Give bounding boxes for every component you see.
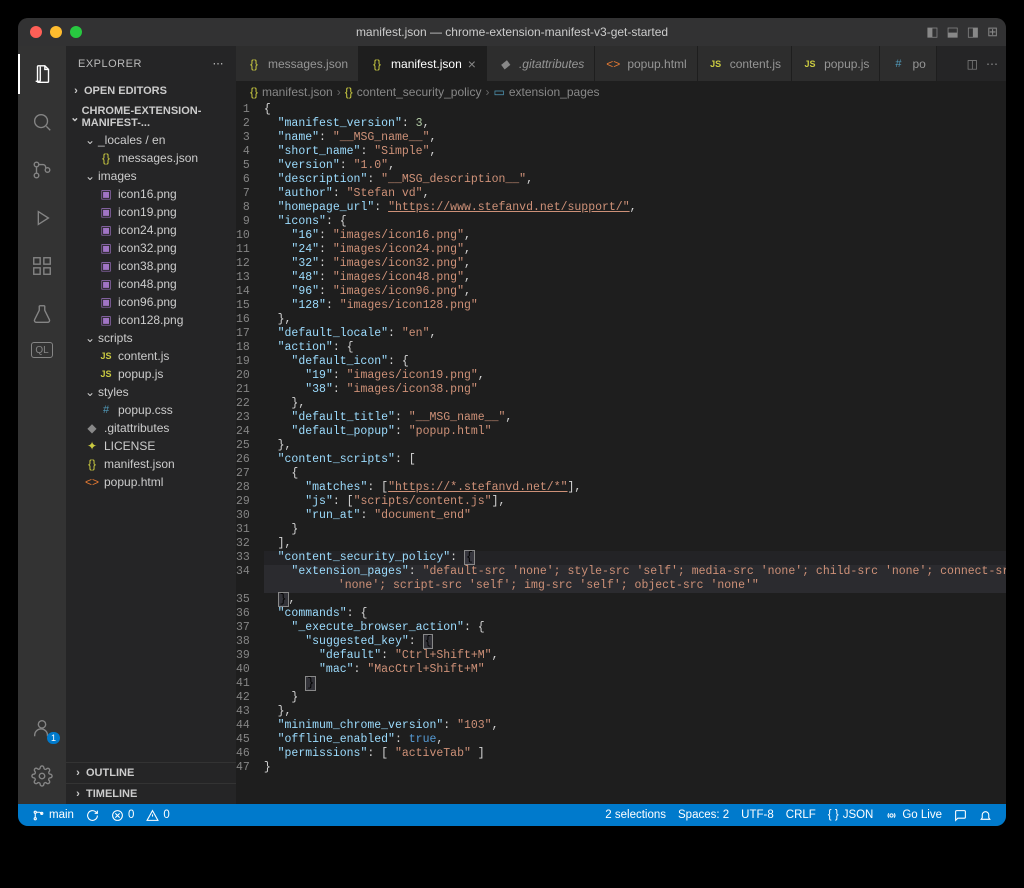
titlebar: manifest.json — chrome-extension-manifes…: [18, 18, 1006, 46]
git-branch[interactable]: main: [26, 809, 80, 822]
source-control-icon[interactable]: [18, 150, 66, 190]
layout-controls: ◧ ⬓ ◨ ⊞: [926, 24, 998, 40]
folder-locales[interactable]: ⌄_locales / en: [70, 131, 236, 149]
sql-icon[interactable]: QL: [31, 342, 53, 358]
folder-images[interactable]: ⌄images: [70, 167, 236, 185]
accounts-icon[interactable]: 1: [18, 708, 66, 748]
problems-warnings[interactable]: 0: [140, 809, 175, 822]
more-icon[interactable]: ⋯: [213, 57, 225, 70]
vscode-window: manifest.json — chrome-extension-manifes…: [18, 18, 1006, 826]
tab-popup-js[interactable]: JSpopup.js: [792, 46, 880, 81]
maximize-icon[interactable]: [70, 26, 82, 38]
activity-bar: QL 1: [18, 46, 66, 804]
language-mode[interactable]: { }JSON: [822, 809, 880, 821]
file-tree: ⌄_locales / en {}messages.json ⌄images ▣…: [66, 131, 236, 491]
problems-errors[interactable]: 0: [105, 809, 140, 822]
braces-icon: { }: [828, 809, 839, 821]
chevron-right-icon: ›: [337, 85, 341, 99]
chevron-right-icon: ›: [72, 767, 84, 779]
minimize-icon[interactable]: [50, 26, 62, 38]
breadcrumb[interactable]: {} manifest.json › {} content_security_p…: [236, 81, 1006, 103]
tab-content-js[interactable]: JScontent.js: [698, 46, 792, 81]
accounts-badge: 1: [47, 732, 60, 744]
file-gitattributes[interactable]: ◆.gitattributes: [70, 419, 236, 437]
string-icon: ▭: [493, 85, 504, 99]
file-icon48[interactable]: ▣icon48.png: [70, 275, 236, 293]
indentation-status[interactable]: Spaces: 2: [672, 809, 735, 821]
sidebar-header: EXPLORER ⋯: [66, 46, 236, 81]
search-icon[interactable]: [18, 102, 66, 142]
encoding-status[interactable]: UTF-8: [735, 809, 780, 821]
layout-icon[interactable]: ⊞: [987, 24, 998, 40]
feedback-icon[interactable]: [948, 809, 973, 822]
tab-actions: ◫ ⋯: [959, 46, 1006, 81]
file-icon24[interactable]: ▣icon24.png: [70, 221, 236, 239]
file-icon96[interactable]: ▣icon96.png: [70, 293, 236, 311]
outline-section[interactable]: › OUTLINE: [66, 762, 236, 783]
chevron-right-icon: ›: [72, 788, 84, 800]
code-editor[interactable]: 1234567891011121314151617181920212223242…: [236, 103, 1006, 804]
braces-icon: {}: [345, 85, 353, 99]
line-gutter: 1234567891011121314151617181920212223242…: [236, 103, 264, 804]
sync-icon[interactable]: [80, 809, 105, 822]
explorer-icon[interactable]: [18, 54, 66, 94]
file-manifest-json[interactable]: {}manifest.json: [70, 455, 236, 473]
traffic-lights: [18, 26, 82, 38]
file-icon38[interactable]: ▣icon38.png: [70, 257, 236, 275]
file-icon128[interactable]: ▣icon128.png: [70, 311, 236, 329]
tab-manifest-json[interactable]: {}manifest.json×: [359, 46, 487, 81]
run-debug-icon[interactable]: [18, 198, 66, 238]
tab-messages-json[interactable]: {}messages.json: [236, 46, 359, 81]
file-popup-js[interactable]: JSpopup.js: [70, 365, 236, 383]
folder-scripts[interactable]: ⌄scripts: [70, 329, 236, 347]
settings-icon[interactable]: [18, 756, 66, 796]
panel-bottom-icon[interactable]: ⬓: [947, 24, 959, 40]
json-icon: {}: [250, 85, 258, 99]
folder-styles[interactable]: ⌄styles: [70, 383, 236, 401]
code-content[interactable]: { "manifest_version": 3, "name": "__MSG_…: [264, 103, 1006, 804]
panel-right-icon[interactable]: ◨: [967, 24, 979, 40]
tab-po-overflow[interactable]: #po: [880, 46, 936, 81]
selection-status[interactable]: 2 selections: [599, 809, 672, 821]
sidebar-title: EXPLORER: [78, 58, 142, 70]
tab-gitattributes[interactable]: ◆.gitattributes: [487, 46, 595, 81]
more-icon[interactable]: ⋯: [986, 57, 998, 71]
file-icon16[interactable]: ▣icon16.png: [70, 185, 236, 203]
file-popup-css[interactable]: #popup.css: [70, 401, 236, 419]
file-license[interactable]: ✦LICENSE: [70, 437, 236, 455]
window-title: manifest.json — chrome-extension-manifes…: [356, 25, 668, 39]
timeline-section[interactable]: › TIMELINE: [66, 783, 236, 804]
chevron-down-icon: ⌄: [70, 111, 80, 124]
file-content-js[interactable]: JScontent.js: [70, 347, 236, 365]
notifications-icon[interactable]: [973, 809, 998, 822]
testing-icon[interactable]: [18, 294, 66, 334]
file-messages-json[interactable]: {}messages.json: [70, 149, 236, 167]
file-icon19[interactable]: ▣icon19.png: [70, 203, 236, 221]
chevron-right-icon: ›: [70, 85, 82, 97]
extensions-icon[interactable]: [18, 246, 66, 286]
open-editors-section[interactable]: › OPEN EDITORS: [66, 83, 236, 99]
editor-tabs: {}messages.json {}manifest.json× ◆.gitat…: [236, 46, 1006, 81]
go-live-button[interactable]: Go Live: [879, 809, 948, 822]
eol-status[interactable]: CRLF: [780, 809, 822, 821]
close-icon[interactable]: [30, 26, 42, 38]
status-bar: main 0 0 2 selections Spaces: 2 UTF-8 CR…: [18, 804, 1006, 826]
tab-popup-html[interactable]: <>popup.html: [595, 46, 697, 81]
project-section[interactable]: ⌄ CHROME-EXTENSION-MANIFEST-...: [66, 103, 236, 131]
panel-left-icon[interactable]: ◧: [926, 24, 938, 40]
file-icon32[interactable]: ▣icon32.png: [70, 239, 236, 257]
close-icon[interactable]: ×: [468, 56, 476, 72]
editor-area: {}messages.json {}manifest.json× ◆.gitat…: [236, 46, 1006, 804]
split-editor-icon[interactable]: ◫: [967, 57, 978, 71]
chevron-right-icon: ›: [485, 85, 489, 99]
file-popup-html[interactable]: <>popup.html: [70, 473, 236, 491]
sidebar: EXPLORER ⋯ › OPEN EDITORS ⌄ CHROME-EXTEN…: [66, 46, 236, 804]
